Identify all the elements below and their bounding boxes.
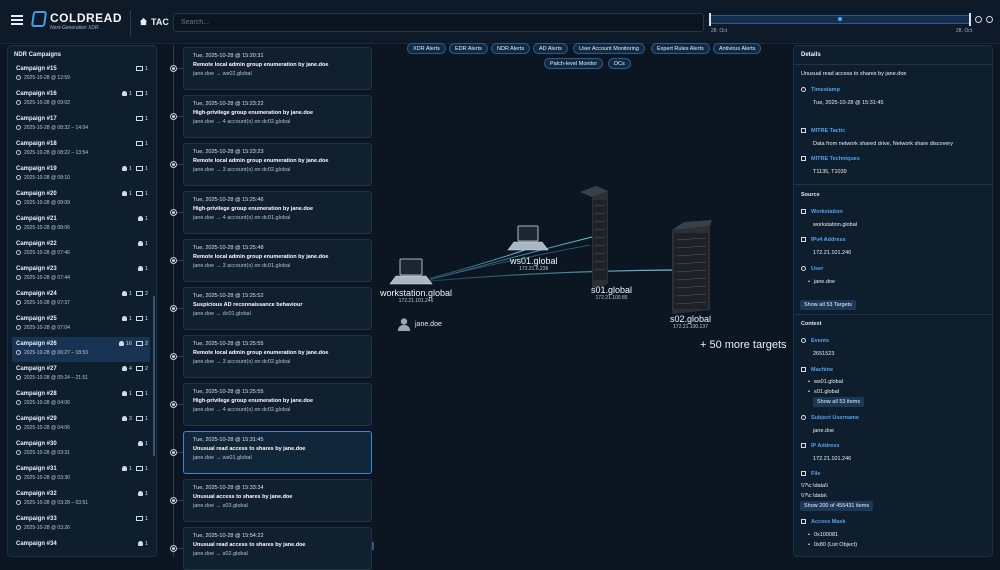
- subject-username-value: jane.doe: [813, 428, 835, 434]
- mitre-tactic-value: Data from network shared drive, Network …: [813, 141, 953, 147]
- ipv4-value: 172.21.101.246: [813, 250, 852, 256]
- access-mask-item: 0x100081: [808, 532, 838, 538]
- target-icon: [801, 338, 806, 343]
- s01-server-icon[interactable]: [580, 186, 608, 289]
- events-value: 2651523: [813, 351, 835, 357]
- workstation-value: workstation.global: [813, 222, 858, 228]
- node-s02-name: s02.global: [670, 314, 712, 324]
- context-section-title: Context: [801, 321, 822, 327]
- ipv4-key: IPv4 Address: [801, 237, 846, 243]
- source-section-title: Source: [801, 192, 820, 198]
- ip-address-key: IP Address: [801, 443, 839, 449]
- user-icon: [801, 415, 806, 420]
- node-s02-ip: 172.21.100.137: [673, 324, 708, 330]
- ip-address-value: 172.21.101.246: [813, 456, 852, 462]
- show-all-items-button[interactable]: Show all 53 items: [813, 397, 865, 407]
- node-s01[interactable]: s01.global 172.21.100.85: [591, 285, 632, 301]
- workstation-key: Workstation: [801, 209, 843, 215]
- monitor-icon: [801, 209, 806, 214]
- show-files-button[interactable]: Show 200 of 455431 items: [800, 501, 874, 511]
- file-key: File: [801, 471, 820, 477]
- node-ws01-ip: 172.21.6.236: [519, 266, 549, 272]
- node-s02[interactable]: s02.global 172.21.100.137: [670, 314, 711, 330]
- user-value: jane.doe: [808, 279, 835, 285]
- events-key: Events: [801, 338, 829, 344]
- mask-icon: [801, 519, 806, 524]
- timestamp-value: Tue, 2025-10-28 @ 15:31:45: [813, 100, 884, 106]
- mitre-techniques-value: T1135, T1039: [813, 169, 847, 175]
- details-title: Details: [801, 52, 821, 58]
- user-icon: [801, 266, 806, 271]
- divider: [794, 64, 992, 65]
- subject-username-key: Subject Username: [801, 415, 859, 421]
- s02-server-icon[interactable]: [672, 220, 712, 314]
- file-item: \\?\c:\data\\: [801, 483, 829, 489]
- machine-key: Machine: [801, 367, 833, 373]
- ws01-laptop-icon[interactable]: [507, 225, 549, 251]
- workstation-laptop-icon[interactable]: [389, 258, 433, 285]
- file-item: \\?\c:\data\: [801, 493, 827, 499]
- access-mask-key: Access Mask: [801, 519, 846, 525]
- show-all-targets-button[interactable]: Show all 53 Targets: [800, 300, 856, 310]
- technique-icon: [801, 156, 806, 161]
- timestamp-key: Timestamp: [801, 87, 840, 93]
- node-s01-ip: 172.21.100.85: [595, 295, 628, 301]
- mitre-tactic-key: MITRE Tactic: [801, 128, 845, 134]
- node-workstation[interactable]: workstation.global 172.21.101.246: [380, 288, 452, 304]
- node-s01-name: s01.global: [591, 285, 633, 295]
- edge-workstation-s02: [429, 269, 691, 282]
- user-node[interactable]: jane.doe: [397, 317, 442, 336]
- user-avatar-icon: [398, 318, 410, 331]
- network-icon: [801, 237, 806, 242]
- divider: [794, 314, 992, 315]
- more-targets-label[interactable]: + 50 more targets: [700, 339, 787, 351]
- file-icon: [801, 471, 806, 476]
- divider: [794, 184, 992, 185]
- user-node-name: jane.doe: [415, 321, 442, 328]
- clock-icon: [801, 87, 806, 92]
- monitor-icon: [801, 367, 806, 372]
- machine-item: ws01.global: [808, 379, 843, 385]
- user-key: User: [801, 266, 823, 272]
- details-subtitle: Unusual read access to shares by jane.do…: [801, 71, 907, 77]
- network-icon: [801, 443, 806, 448]
- tactic-icon: [801, 128, 806, 133]
- node-ws01[interactable]: ws01.global 172.21.6.236: [510, 256, 558, 272]
- node-workstation-ip: 172.21.101.246: [398, 298, 434, 304]
- machine-item: s01.global: [808, 389, 839, 395]
- mitre-techniques-key: MITRE Techniques: [801, 156, 860, 162]
- access-mask-item: 0x80 (List Object): [808, 542, 857, 548]
- node-workstation-name: workstation.global: [380, 288, 453, 298]
- details-panel: Details Unusual read access to shares by…: [793, 45, 993, 557]
- node-ws01-name: ws01.global: [510, 256, 558, 266]
